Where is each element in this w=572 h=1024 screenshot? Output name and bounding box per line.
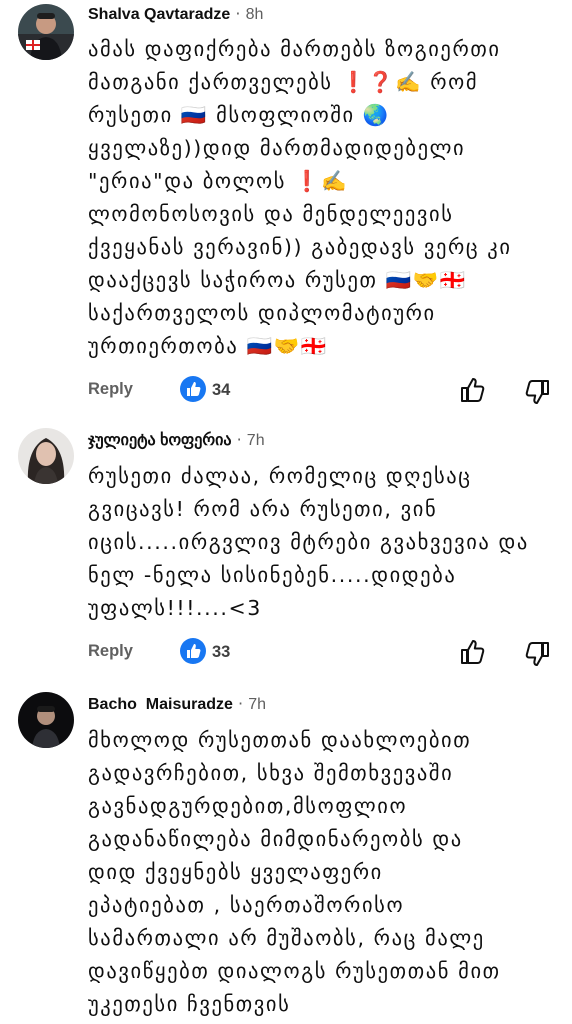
comment-header: Bacho Maisuradze · 7h bbox=[88, 694, 266, 714]
comment-line: გავნადგურდებით,მსოფლიო bbox=[88, 794, 408, 818]
timestamp: 7h bbox=[246, 432, 265, 449]
timestamp: 8h bbox=[245, 6, 264, 23]
comment-line: დავიწყებთ დიალოგს რუსეთთან მით bbox=[88, 959, 501, 983]
comment-line: ურთიერთობა 🇷🇺🤝🇬🇪 bbox=[88, 334, 328, 358]
comment-line: ამას დაფიქრება მართებს ზოგიერთი bbox=[88, 37, 501, 61]
comment-text: რუსეთი ძალაა, რომელიც დღესაც გვიცავს! რო… bbox=[88, 460, 558, 625]
comment-line: უფალს!!!....<3 bbox=[88, 596, 262, 620]
comment-line: მხოლოდ რუსეთთან დაახლოებით bbox=[88, 728, 472, 752]
comment-line: იცის.....ირგვლივ მტრები გვახვევია და bbox=[88, 530, 529, 554]
comment-line: "ერია"და ბოლოს ❗✍️ bbox=[88, 169, 349, 193]
comment-line: გვიცავს! რომ არა რუსეთი, ვინ bbox=[88, 497, 438, 521]
comment-line: სამართალი არ მუშაობს, რაც მალე bbox=[88, 926, 485, 950]
comment-line: მათგანი ქართველებს ❗❓✍️ რომ bbox=[88, 70, 479, 94]
comment-actions: Reply 34 bbox=[88, 374, 558, 406]
comment-line: ლომონოსოვის და მენდელეევის bbox=[88, 202, 454, 226]
meta-separator: · bbox=[238, 694, 244, 713]
avatar[interactable] bbox=[18, 428, 74, 484]
comment-line: გადავრჩებით, სხვა შემთხვევაში bbox=[88, 761, 454, 785]
comment-header: ჯულიეტა ხოფერია · 7h bbox=[88, 430, 265, 450]
timestamp: 7h bbox=[248, 696, 267, 713]
comment-line: უკეთესი ჩვენთვის bbox=[88, 992, 291, 1016]
like-badge-icon bbox=[180, 376, 206, 402]
thumbs-down-icon[interactable] bbox=[524, 378, 550, 406]
comment-header: Shalva Qavtaradze · 8h bbox=[88, 4, 263, 24]
avatar[interactable] bbox=[18, 4, 74, 60]
comment-line: ეპატიებათ , საერთაშორისო bbox=[88, 893, 405, 917]
reply-button[interactable]: Reply bbox=[88, 380, 133, 399]
like-count: 33 bbox=[212, 643, 231, 661]
comment-line: რუსეთი ძალაა, რომელიც დღესაც bbox=[88, 464, 472, 488]
comment-line: რუსეთი 🇷🇺 მსოფლიოში 🌏 bbox=[88, 103, 390, 127]
thumbs-up-icon[interactable] bbox=[460, 376, 486, 404]
comment-line: ნელ -ნელა სისინებენ.....დიდება bbox=[88, 563, 457, 587]
author-name[interactable]: ჯულიეტა ხოფერია bbox=[88, 432, 232, 449]
like-count: 34 bbox=[212, 381, 231, 399]
comment-actions: Reply 33 bbox=[88, 636, 558, 668]
thumbs-down-icon[interactable] bbox=[524, 640, 550, 668]
comment-line: დიდ ქვეყნებს ყველაფერი bbox=[88, 860, 383, 884]
comment-line: გადანაწილება მიმდინარეობს და bbox=[88, 827, 463, 851]
like-badge-icon bbox=[180, 638, 206, 664]
author-name[interactable]: Bacho Maisuradze bbox=[88, 696, 233, 713]
avatar[interactable] bbox=[18, 692, 74, 748]
comment-line: საქართველოს დიპლომატიური bbox=[88, 301, 436, 325]
meta-separator: · bbox=[235, 4, 241, 23]
comment-line: ყველაზე))დიდ მართმადიდებელი bbox=[88, 136, 466, 160]
meta-separator: · bbox=[236, 430, 242, 449]
thumbs-up-icon[interactable] bbox=[460, 638, 486, 666]
comment-text: ამას დაფიქრება მართებს ზოგიერთი მათგანი … bbox=[88, 33, 558, 363]
comment-line: დააქცევს საჭიროა რუსეთ 🇷🇺🤝🇬🇪 bbox=[88, 268, 467, 292]
author-name[interactable]: Shalva Qavtaradze bbox=[88, 6, 230, 23]
comment-text: მხოლოდ რუსეთთან დაახლოებით გადავრჩებით, … bbox=[88, 724, 558, 1021]
comment-line: ქვეყანას ვერავინ)) გაბედავს ვერც კი bbox=[88, 235, 512, 259]
reply-button[interactable]: Reply bbox=[88, 642, 133, 661]
